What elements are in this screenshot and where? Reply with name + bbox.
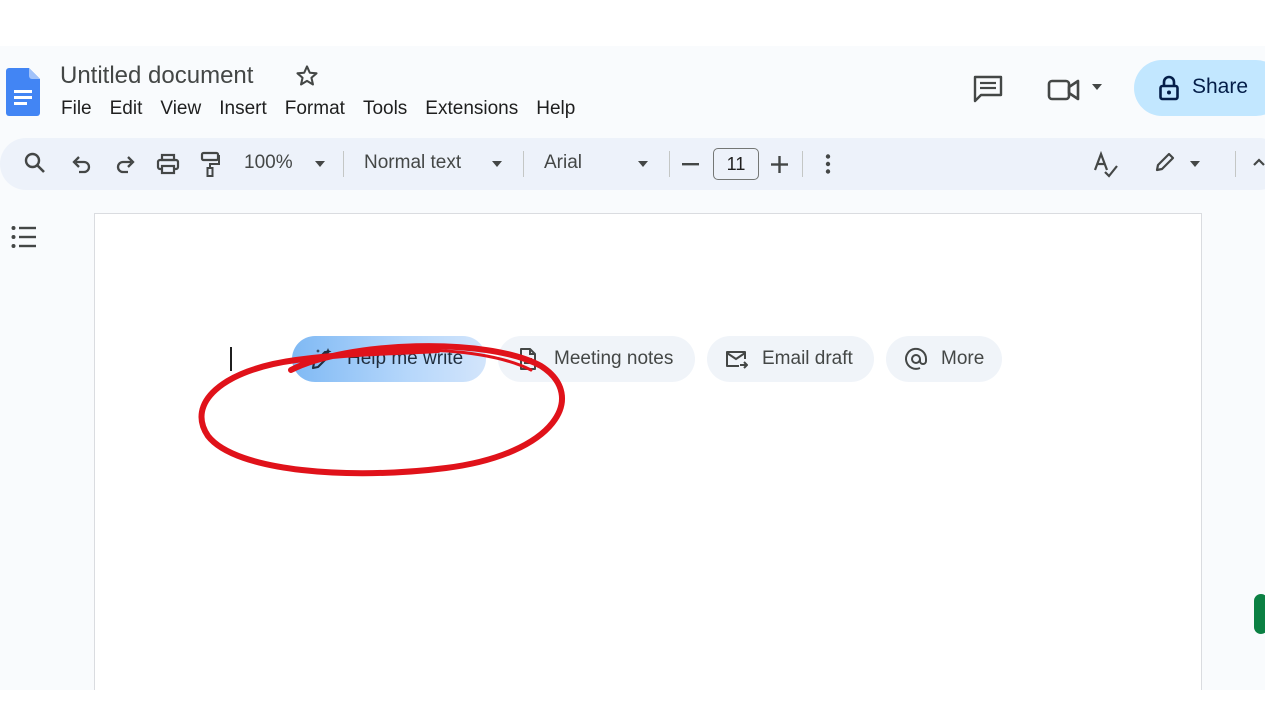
share-label: Share	[1192, 75, 1249, 98]
spelling-check-icon[interactable]	[1093, 151, 1119, 179]
increase-font-size-icon[interactable]	[771, 156, 788, 173]
menu-format[interactable]: Format	[276, 96, 354, 124]
email-draft-chip[interactable]: Email draft	[707, 336, 874, 382]
toolbar-divider	[669, 151, 670, 177]
zoom-value[interactable]: 100%	[244, 152, 293, 174]
document-outline-icon[interactable]	[10, 223, 38, 251]
font-family-select[interactable]: Arial	[544, 152, 582, 174]
style-dropdown-icon[interactable]	[491, 160, 503, 168]
menu-help[interactable]: Help	[527, 96, 584, 124]
top-frame-strip	[0, 0, 1265, 47]
docs-app: Untitled document File Edit View Insert …	[0, 46, 1265, 691]
collapse-menus-icon[interactable]	[1252, 157, 1265, 167]
bottom-frame-strip	[0, 690, 1265, 711]
chip-label: Email draft	[762, 348, 853, 369]
menu-extensions[interactable]: Extensions	[416, 96, 527, 124]
menu-view[interactable]: View	[151, 96, 210, 124]
menu-bar: File Edit View Insert Format Tools Exten…	[52, 96, 584, 124]
toolbar: 100% Normal text Arial 11	[0, 138, 1265, 190]
docs-logo-icon[interactable]	[6, 68, 40, 116]
paragraph-style-select[interactable]: Normal text	[364, 152, 461, 174]
chip-label: More	[941, 348, 985, 369]
paint-format-icon[interactable]	[200, 151, 220, 177]
at-sign-icon	[905, 347, 928, 370]
search-menus-icon[interactable]	[24, 152, 46, 174]
toolbar-divider	[523, 151, 524, 177]
side-panel-widget[interactable]	[1254, 594, 1265, 634]
zoom-dropdown-icon[interactable]	[314, 160, 326, 168]
toolbar-divider	[343, 151, 344, 177]
menu-file[interactable]: File	[52, 96, 101, 124]
menu-edit[interactable]: Edit	[101, 96, 152, 124]
editing-mode-dropdown-icon[interactable]	[1189, 160, 1201, 168]
undo-icon[interactable]	[71, 154, 93, 174]
meet-dropdown-icon[interactable]	[1090, 82, 1104, 92]
share-button[interactable]: Share	[1134, 60, 1265, 116]
menu-insert[interactable]: Insert	[210, 96, 276, 124]
font-size-input[interactable]: 11	[713, 148, 759, 180]
video-camera-icon[interactable]	[1046, 76, 1082, 104]
editing-mode-pencil-icon[interactable]	[1153, 150, 1177, 174]
lock-icon	[1159, 75, 1179, 101]
font-dropdown-icon[interactable]	[637, 160, 649, 168]
redo-icon[interactable]	[114, 154, 136, 174]
more-chip[interactable]: More	[886, 336, 1002, 382]
toolbar-divider	[1235, 151, 1236, 177]
decrease-font-size-icon[interactable]	[682, 163, 699, 166]
more-options-icon[interactable]	[824, 153, 832, 175]
star-icon[interactable]	[294, 63, 320, 89]
toolbar-divider	[802, 151, 803, 177]
email-icon	[726, 351, 748, 369]
document-title[interactable]: Untitled document	[60, 62, 253, 90]
menu-tools[interactable]: Tools	[354, 96, 416, 124]
comment-history-icon[interactable]	[972, 74, 1004, 104]
print-icon[interactable]	[156, 153, 180, 175]
annotation-circle	[198, 343, 565, 477]
